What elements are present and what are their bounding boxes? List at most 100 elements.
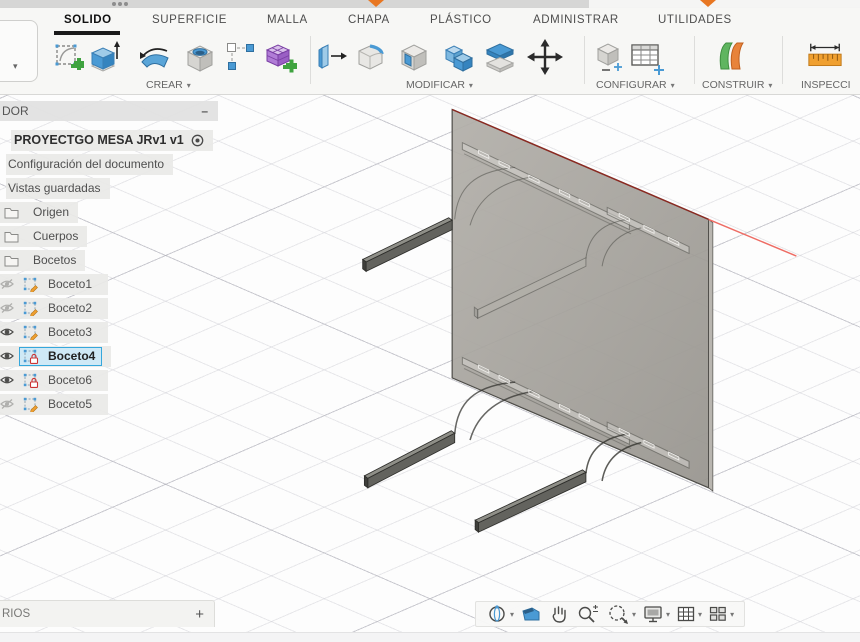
display-settings-button[interactable]: ▾ <box>642 604 670 624</box>
create-sketch-button[interactable] <box>50 36 88 78</box>
document-title: PROYECTGO MESA JRv1 v1 <box>14 133 184 147</box>
browser-title: DOR <box>2 104 29 118</box>
table-leg-upper-left[interactable] <box>361 217 453 273</box>
tab-superficie[interactable]: SUPERFICIE <box>152 14 227 26</box>
visibility-on-icon[interactable] <box>0 374 14 386</box>
shell-icon <box>400 44 428 71</box>
sketch-row-boceto5[interactable]: Boceto5 <box>0 392 230 416</box>
browser-document-row[interactable]: PROYECTGO MESA JRv1 v1 <box>0 128 230 152</box>
fusion360-window: SOLIDO SUPERFICIE MALLA CHAPA PLÁSTICO A… <box>0 0 860 642</box>
pan-icon <box>552 606 566 623</box>
bottom-strip <box>0 632 860 642</box>
press-pull-icon <box>318 44 347 69</box>
construct-plane-button[interactable] <box>712 36 750 78</box>
tab-utilidades[interactable]: UTILIDADES <box>658 14 732 26</box>
toolbar-overflow-box[interactable]: ▾ <box>0 20 38 82</box>
sketch-icon <box>23 325 38 340</box>
viewports-button[interactable]: ▾ <box>708 604 734 624</box>
browser-header[interactable]: DOR – <box>0 101 218 121</box>
group-crear[interactable]: CREAR ▾ <box>146 79 191 91</box>
sketch-locked-icon <box>23 373 39 388</box>
tab-solido[interactable]: SOLIDO <box>64 14 112 26</box>
zoom-button[interactable] <box>576 604 600 624</box>
sketch-row-boceto1[interactable]: Boceto1 <box>0 272 230 296</box>
sketch-icon <box>23 301 38 316</box>
browser-item-saved-views[interactable]: Vistas guardadas <box>0 176 230 200</box>
fillet-button[interactable] <box>352 36 390 78</box>
visibility-off-icon[interactable] <box>0 398 14 410</box>
browser-panel: DOR – PROYECTGO MESA JRv1 v1 Configuraci… <box>0 101 230 416</box>
grid-settings-button[interactable]: ▾ <box>676 604 702 624</box>
folder-icon <box>4 231 19 242</box>
chevron-down-icon: ▾ <box>13 61 18 71</box>
tab-malla[interactable]: MALLA <box>267 14 308 26</box>
visibility-off-icon[interactable] <box>0 302 14 314</box>
measure-icon <box>808 43 842 67</box>
sketch-row-boceto3[interactable]: Boceto3 <box>0 320 230 344</box>
look-at-icon <box>522 607 540 621</box>
group-inspeccionar[interactable]: INSPECCI <box>801 79 851 91</box>
create-sketch-icon <box>55 44 84 70</box>
active-component-radio-icon[interactable] <box>191 134 204 147</box>
fusion-logo-icon <box>700 0 716 7</box>
shell-button[interactable] <box>396 36 434 78</box>
offset-face-icon <box>485 43 515 73</box>
table-leg-lower-left[interactable] <box>363 430 456 489</box>
orange-notification-icon <box>368 0 384 7</box>
folder-icon <box>4 207 19 218</box>
group-construir[interactable]: CONSTRUIR ▾ <box>702 79 772 91</box>
viewports-icon <box>709 606 726 621</box>
sketch-row-boceto4[interactable]: Boceto4 <box>0 344 230 368</box>
create-mesh-button[interactable] <box>262 36 300 78</box>
hole-icon <box>186 45 214 72</box>
browser-folder-cuerpos[interactable]: Cuerpos <box>0 224 230 248</box>
configuration-table-icon <box>631 44 664 75</box>
extrude-button[interactable] <box>86 36 124 78</box>
add-comment-button[interactable]: + <box>195 606 204 623</box>
collapse-icon[interactable]: – <box>201 104 208 118</box>
revolve-button[interactable] <box>136 36 174 78</box>
zoom-window-button[interactable]: ▾ <box>606 604 636 624</box>
change-parameters-button[interactable] <box>592 36 630 78</box>
visibility-on-icon[interactable] <box>0 326 14 338</box>
navigation-bar: ▾ ▾ ▾ ▾ ▾ <box>475 601 746 627</box>
tab-plastico[interactable]: PLÁSTICO <box>430 14 492 26</box>
offset-face-button[interactable] <box>482 36 520 78</box>
browser-item-document-settings[interactable]: Configuración del documento <box>0 152 230 176</box>
extrude-icon <box>90 41 120 72</box>
ribbon: SOLIDO SUPERFICIE MALLA CHAPA PLÁSTICO A… <box>0 8 860 95</box>
browser-folder-bocetos[interactable]: Bocetos <box>0 248 230 272</box>
group-configurar[interactable]: CONFIGURAR ▾ <box>596 79 675 91</box>
pan-button[interactable] <box>548 604 570 624</box>
measure-button[interactable] <box>806 36 844 78</box>
rectangular-pattern-icon <box>227 43 254 70</box>
comments-panel-bar[interactable]: RIOS + <box>0 600 215 627</box>
hole-button[interactable] <box>182 36 220 78</box>
grid-icon <box>677 606 695 622</box>
revolve-icon <box>140 48 169 68</box>
tab-chapa[interactable]: CHAPA <box>348 14 390 26</box>
browser-folder-origen[interactable]: Origen <box>0 200 230 224</box>
press-pull-button[interactable] <box>314 36 352 78</box>
window-top-strip <box>0 0 860 8</box>
move-copy-button[interactable] <box>526 36 564 78</box>
sketch-row-boceto6[interactable]: Boceto6 <box>0 368 230 392</box>
look-at-button[interactable] <box>520 604 542 624</box>
sketch-row-boceto2[interactable]: Boceto2 <box>0 296 230 320</box>
table-leg-lower-right[interactable] <box>474 469 587 533</box>
visibility-on-icon[interactable] <box>0 350 14 362</box>
fillet-icon <box>358 44 384 70</box>
orbit-button[interactable]: ▾ <box>486 604 514 624</box>
zoom-window-icon <box>609 605 629 624</box>
rectangular-pattern-button[interactable] <box>222 36 260 78</box>
tab-administrar[interactable]: ADMINISTRAR <box>533 14 619 26</box>
sketch-icon <box>23 397 38 412</box>
construct-plane-icon <box>719 42 744 70</box>
configuration-table-button[interactable] <box>628 36 666 78</box>
visibility-off-icon[interactable] <box>0 278 14 290</box>
window-grip-icon[interactable] <box>112 2 116 6</box>
combine-button[interactable] <box>440 36 478 78</box>
group-modificar[interactable]: MODIFICAR ▾ <box>406 79 473 91</box>
move-copy-icon <box>527 39 563 75</box>
active-tab-underline <box>54 31 120 35</box>
